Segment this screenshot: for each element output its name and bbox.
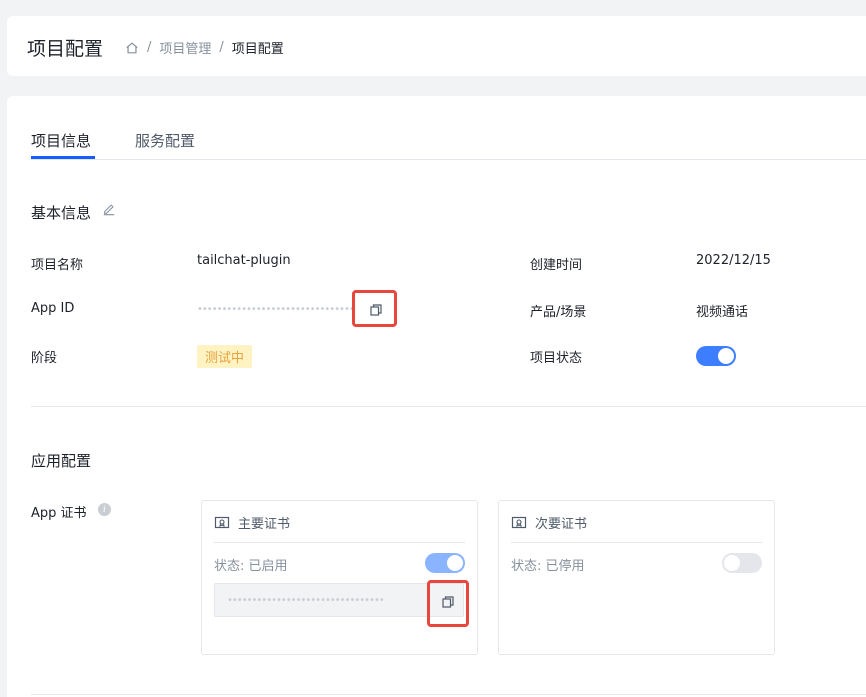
switch-knob — [724, 555, 740, 571]
edit-icon[interactable] — [102, 202, 116, 216]
copy-icon — [370, 304, 382, 316]
created-time-value: 2022/12/15 — [696, 253, 771, 268]
primary-cert-title: 主要证书 — [238, 517, 291, 532]
breadcrumb-current: 项目配置 — [231, 42, 284, 57]
primary-cert-header: 主要证书 — [214, 513, 290, 532]
app-config-title: 应用配置 — [31, 452, 92, 470]
app-cert-label: App 证书 — [31, 506, 87, 521]
section-divider — [31, 406, 866, 407]
secondary-cert-switch[interactable] — [722, 553, 762, 573]
cert-divider — [511, 542, 762, 543]
project-status-switch[interactable] — [696, 346, 736, 366]
scene-label: 产品/场景 — [530, 305, 587, 320]
secondary-cert-status: 状态: 已停用 — [511, 559, 585, 574]
app-id-masked: •••••••••••••••••••••••••••••••• — [197, 304, 355, 315]
created-time-label: 创建时间 — [530, 258, 583, 273]
tab-service-config[interactable]: 服务配置 — [135, 130, 195, 151]
primary-cert-status: 状态: 已启用 — [214, 559, 288, 574]
cert-divider — [214, 542, 465, 543]
page-title: 项目配置 — [27, 38, 104, 60]
scene-value: 视频通话 — [696, 305, 749, 320]
tab-project-info[interactable]: 项目信息 — [31, 130, 91, 151]
breadcrumb-separator: / — [147, 40, 152, 55]
primary-cert-key-masked: •••••••••••••••••••••••••••••••• — [227, 595, 385, 606]
breadcrumb-project-management[interactable]: 项目管理 — [159, 38, 211, 57]
secondary-cert-card: 次要证书 状态: 已停用 — [498, 500, 775, 655]
copy-icon — [442, 596, 454, 608]
certificate-icon — [214, 516, 230, 528]
primary-cert-card: 主要证书 状态: 已启用 •••••••••••••••••••••••••••… — [201, 500, 478, 655]
info-icon[interactable]: i — [98, 503, 111, 516]
project-name-label: 项目名称 — [31, 258, 84, 273]
breadcrumb-separator: / — [219, 40, 224, 55]
tab-bar: 项目信息 服务配置 — [31, 96, 866, 160]
main-card: 项目信息 服务配置 基本信息 项目名称 tailchat-plugin 创建时间… — [7, 96, 866, 697]
project-name-value: tailchat-plugin — [197, 253, 291, 268]
home-icon[interactable] — [125, 41, 139, 55]
section-divider-bottom — [31, 694, 866, 695]
app-id-label: App ID — [31, 301, 75, 316]
primary-cert-copy-button[interactable] — [437, 591, 459, 613]
header-card: 项目配置 / 项目管理 / 项目配置 — [7, 16, 866, 76]
switch-knob — [447, 555, 463, 571]
primary-cert-switch[interactable] — [425, 553, 465, 573]
secondary-cert-title: 次要证书 — [535, 517, 588, 532]
stage-status-badge: 测试中 — [197, 345, 253, 368]
basic-info-title: 基本信息 — [31, 204, 92, 222]
secondary-cert-header: 次要证书 — [511, 513, 587, 532]
stage-label: 阶段 — [31, 351, 58, 366]
switch-knob — [718, 348, 734, 364]
active-tab-indicator — [31, 156, 95, 159]
project-status-label: 项目状态 — [530, 351, 583, 366]
app-id-copy-button[interactable] — [365, 299, 387, 321]
breadcrumb: / 项目管理 / 项目配置 — [125, 38, 284, 57]
certificate-icon — [511, 516, 527, 528]
